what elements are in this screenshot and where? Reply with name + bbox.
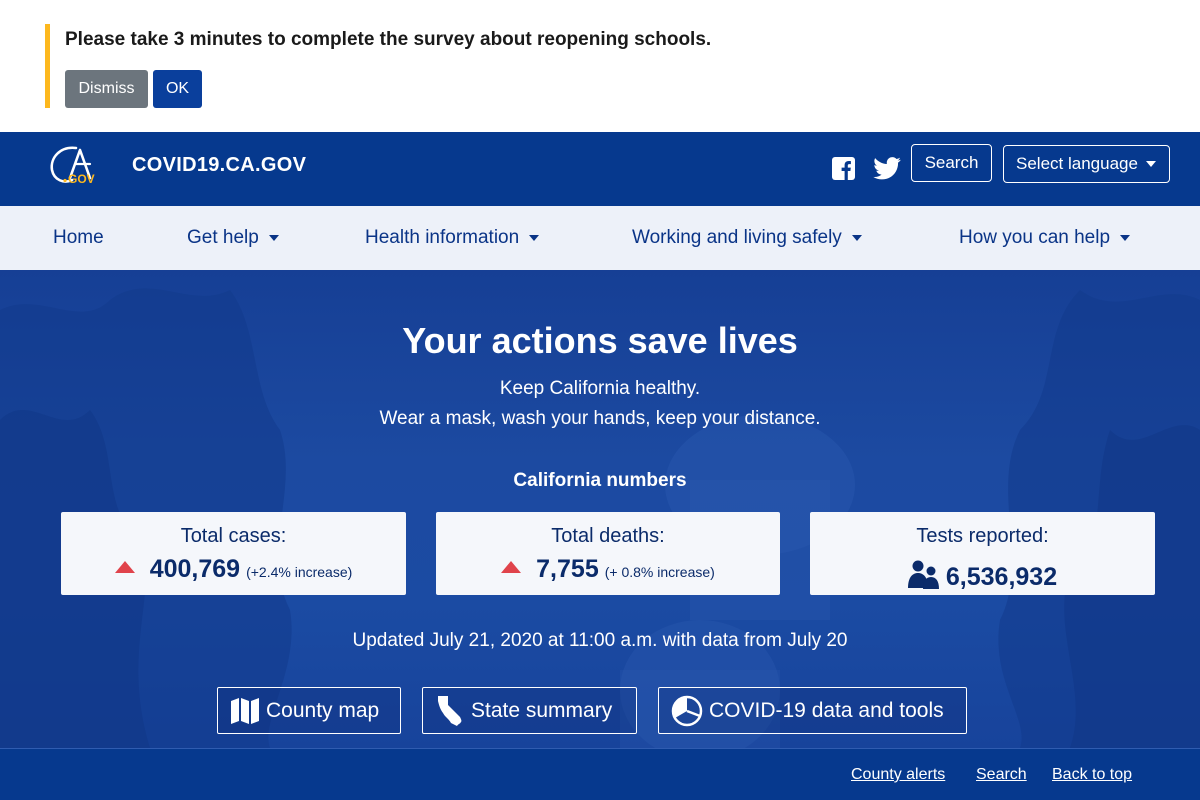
stat-value: 400,769: [149, 555, 241, 583]
hero-subtitle-line-2: Wear a mask, wash your hands, keep your …: [379, 408, 821, 429]
chevron-down-icon: [529, 235, 540, 241]
county-map-button[interactable]: County map: [217, 687, 401, 734]
chevron-down-icon: [851, 235, 862, 241]
back-to-top-link[interactable]: Back to top: [1052, 766, 1132, 784]
state-summary-button[interactable]: State summary: [422, 687, 637, 734]
stat-label: Total cases:: [180, 525, 287, 547]
california-icon: [438, 695, 462, 726]
stat-value-row: 6,536,932: [810, 555, 1155, 592]
ca-gov-logo[interactable]: GOV: [46, 144, 102, 186]
sticky-footer-bar: County alerts Search Back to top: [0, 748, 1200, 800]
nav-item-how-you-can-help[interactable]: How you can help: [959, 227, 1131, 249]
language-select[interactable]: Select language: [1003, 145, 1170, 183]
site-header: GOV COVID19.CA.GOV Search Select languag…: [0, 132, 1200, 206]
chevron-down-icon: [1120, 235, 1131, 241]
stat-card-total-deaths: Total deaths: 7,755 (+ 0.8% increase): [436, 512, 780, 595]
nav-item-label: Get help: [187, 227, 259, 248]
nav-item-health-information[interactable]: Health information: [365, 227, 540, 249]
hero-title: Your actions save lives: [402, 320, 798, 361]
stat-value-row: 7,755 (+ 0.8% increase): [436, 555, 780, 584]
hero-section: Your actions save lives Keep California …: [0, 270, 1200, 748]
covid-data-tools-button[interactable]: COVID-19 data and tools: [658, 687, 967, 734]
survey-message: Please take 3 minutes to complete the su…: [65, 29, 712, 50]
chevron-down-icon: [1145, 161, 1156, 167]
stat-value: 6,536,932: [945, 563, 1058, 591]
hero-subtitle-line-1: Keep California healthy.: [499, 378, 701, 399]
updated-timestamp: Updated July 21, 2020 at 11:00 a.m. with…: [352, 630, 848, 651]
nav-item-label: Working and living safely: [632, 227, 842, 248]
state-summary-label: State summary: [471, 698, 613, 722]
site-title[interactable]: COVID19.CA.GOV: [132, 154, 306, 177]
stat-value-row: 400,769 (+2.4% increase): [61, 555, 406, 584]
facebook-icon[interactable]: [832, 157, 855, 180]
stat-label: Tests reported:: [916, 525, 1049, 547]
nav-item-label: Health information: [365, 227, 520, 248]
stat-change: (+ 0.8% increase): [604, 564, 715, 580]
header-search-button[interactable]: Search: [911, 144, 992, 182]
nav-item-label: How you can help: [959, 227, 1111, 248]
survey-banner: Please take 3 minutes to complete the su…: [0, 0, 1200, 132]
stat-value: 7,755: [536, 555, 599, 583]
twitter-icon[interactable]: [873, 157, 901, 180]
stat-card-tests-reported: Tests reported: 6,536,932: [810, 512, 1155, 595]
nav-item-working-living-safely[interactable]: Working and living safely: [632, 227, 862, 249]
dismiss-button[interactable]: Dismiss: [65, 70, 148, 108]
svg-text:GOV: GOV: [68, 172, 95, 186]
language-select-label: Select language: [1016, 154, 1138, 173]
nav-item-get-help[interactable]: Get help: [187, 227, 279, 249]
map-icon: [231, 697, 259, 724]
ok-button[interactable]: OK: [153, 70, 202, 108]
county-alerts-link[interactable]: County alerts: [851, 766, 945, 784]
main-nav: Home Get help Health information Working…: [0, 206, 1200, 270]
up-triangle-icon: [501, 561, 522, 573]
county-map-label: County map: [266, 698, 380, 722]
survey-accent-bar: [45, 24, 50, 108]
pie-chart-icon: [671, 695, 703, 726]
stat-change: (+2.4% increase): [246, 564, 353, 580]
people-icon: [907, 560, 939, 589]
stat-label: Total deaths:: [551, 525, 665, 547]
footer-search-link[interactable]: Search: [976, 766, 1027, 784]
nav-item-home[interactable]: Home: [53, 227, 104, 249]
california-numbers-heading: California numbers: [513, 470, 687, 491]
stat-card-total-cases: Total cases: 400,769 (+2.4% increase): [61, 512, 406, 595]
chevron-down-icon: [268, 235, 279, 241]
covid-data-tools-label: COVID-19 data and tools: [709, 698, 944, 722]
nav-item-label: Home: [53, 227, 104, 248]
up-triangle-icon: [114, 561, 135, 573]
